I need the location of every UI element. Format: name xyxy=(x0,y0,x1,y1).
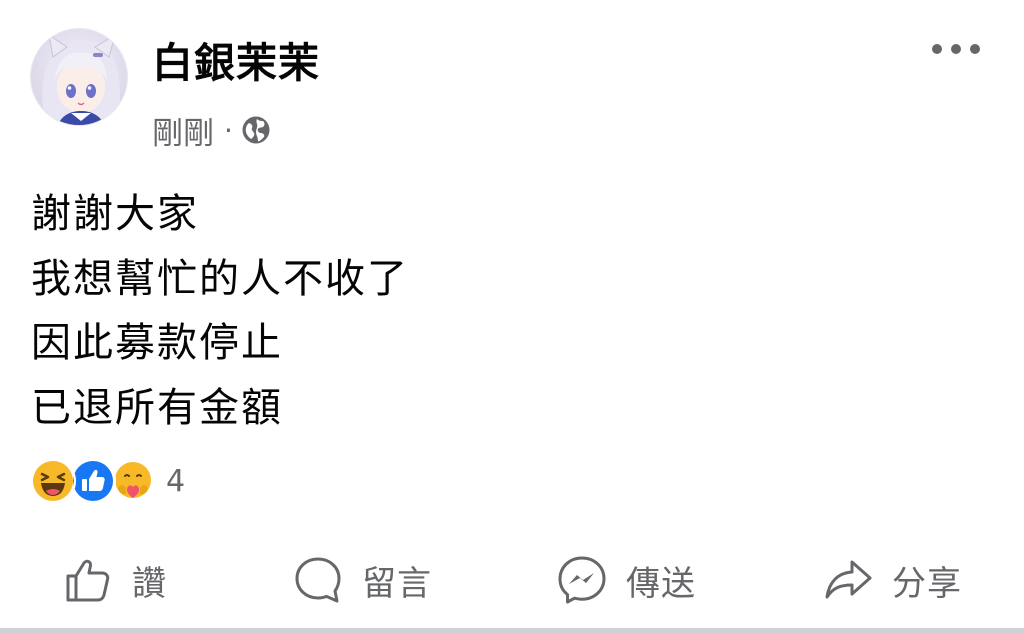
like-reaction-icon xyxy=(70,458,116,504)
messenger-icon xyxy=(558,556,606,604)
send-label: 傳送 xyxy=(626,563,696,604)
post-text-line: 因此募款停止 xyxy=(31,320,283,366)
more-dot-icon xyxy=(951,44,961,54)
share-icon xyxy=(825,560,872,599)
anime-avatar-image xyxy=(31,29,127,125)
post-actions-bar: 讚 留言 傳送 分享 xyxy=(0,544,1024,616)
reaction-count: 4 xyxy=(166,463,186,499)
author-avatar[interactable] xyxy=(30,28,128,126)
author-name[interactable]: 白銀茉茉 xyxy=(152,36,320,90)
comment-icon xyxy=(295,557,341,603)
post-meta: 剛剛 · xyxy=(152,108,271,152)
send-button[interactable]: 傳送 xyxy=(556,544,696,616)
share-label: 分享 xyxy=(892,563,962,604)
haha-reaction-icon xyxy=(30,458,76,504)
meta-separator: · xyxy=(224,113,233,147)
comment-button[interactable]: 留言 xyxy=(292,544,432,616)
post-text-line: 謝謝大家 xyxy=(31,191,199,237)
care-reaction-icon xyxy=(110,458,156,504)
globe-icon[interactable] xyxy=(241,115,271,145)
facebook-post: 白銀茉茉 剛剛 · 謝謝大家 我想幫忙的人不收了 因此募款停止 已退所有金額 4… xyxy=(0,0,1024,634)
like-label: 讚 xyxy=(132,563,167,604)
post-body: 謝謝大家 我想幫忙的人不收了 因此募款停止 已退所有金額 xyxy=(31,182,409,440)
reactions-summary[interactable]: 4 xyxy=(30,458,185,504)
post-timestamp[interactable]: 剛剛 xyxy=(152,108,214,153)
post-text-line: 已退所有金額 xyxy=(31,384,283,431)
more-dot-icon xyxy=(970,44,980,54)
share-button[interactable]: 分享 xyxy=(822,544,962,616)
like-icon xyxy=(66,559,110,602)
bottom-divider xyxy=(0,628,1024,634)
more-dot-icon xyxy=(932,44,942,54)
post-text-line: 我想幫忙的人不收了 xyxy=(31,255,409,302)
comment-label: 留言 xyxy=(362,563,432,604)
like-button[interactable]: 讚 xyxy=(62,544,167,616)
more-options-button[interactable] xyxy=(932,36,980,62)
